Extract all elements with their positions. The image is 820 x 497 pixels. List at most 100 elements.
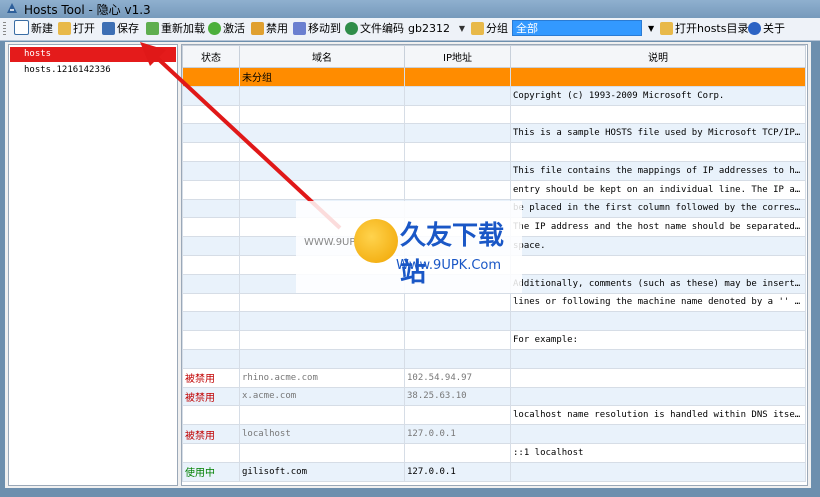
- cell-note: For example:: [510, 330, 806, 350]
- list-item-hosts[interactable]: hosts: [10, 47, 176, 62]
- cell-status: [182, 67, 240, 87]
- table-row[interactable]: 被禁用 localhost 127.0.0.1: [182, 424, 806, 444]
- table-row[interactable]: localhost name resolution is handled wit…: [182, 405, 806, 426]
- cell-domain: x.acme.com: [239, 386, 405, 407]
- table-row[interactable]: Copyright (c) 1993-2009 Microsoft Corp.: [182, 85, 806, 106]
- new-button[interactable]: 新建: [14, 20, 53, 38]
- column-header-note[interactable]: 说明: [510, 45, 806, 68]
- chevron-down-icon: ▼: [458, 24, 465, 33]
- column-header-domain[interactable]: 域名: [239, 45, 405, 68]
- cell-note: entry should be kept on an individual li…: [510, 179, 806, 200]
- group-select[interactable]: 全部: [512, 20, 642, 36]
- cell-domain: rhino.acme.com: [239, 367, 405, 388]
- cell-status: [182, 142, 240, 162]
- save-icon: [102, 22, 115, 35]
- watermark-url: Www.9UPK.Com: [396, 258, 502, 273]
- cell-note: [510, 424, 806, 444]
- watermark-title: 久友下载站: [400, 221, 505, 288]
- group-dropdown-arrow[interactable]: ▼: [648, 20, 654, 38]
- cell-domain: 未分组: [239, 67, 405, 87]
- cell-domain: gilisoft.com: [239, 461, 405, 482]
- new-file-icon: [14, 20, 29, 35]
- cell-status: 被禁用: [182, 424, 240, 444]
- globe-icon: [345, 22, 358, 35]
- cell-domain: [239, 311, 405, 332]
- cell-note: lines or following the machine name deno…: [510, 292, 806, 313]
- cell-domain: [239, 330, 405, 350]
- move-to-button[interactable]: 移动到: [293, 20, 341, 38]
- cell-ip: [404, 292, 511, 313]
- cell-domain: [239, 123, 405, 144]
- cell-domain: [239, 142, 405, 162]
- reload-button[interactable]: 重新加载: [146, 20, 205, 38]
- table-row[interactable]: For example:: [182, 330, 806, 350]
- file-encoding-label: 文件编码: [345, 20, 404, 38]
- table-row[interactable]: [182, 142, 806, 162]
- cell-status: 使用中: [182, 461, 240, 482]
- about-button[interactable]: 关于: [748, 20, 785, 38]
- encoding-select[interactable]: gb2312 ▼: [404, 20, 468, 36]
- cell-note: [510, 367, 806, 388]
- group-row[interactable]: 未分组: [182, 67, 806, 87]
- disable-button[interactable]: 禁用: [251, 20, 288, 38]
- cell-ip: [404, 330, 511, 350]
- cell-domain: [239, 292, 405, 313]
- cell-ip: 127.0.0.1: [404, 424, 511, 444]
- cell-ip: 127.0.0.1: [404, 461, 511, 482]
- save-button[interactable]: 保存: [102, 20, 139, 38]
- cell-status: [182, 179, 240, 200]
- cell-note: [510, 142, 806, 162]
- open-hosts-dir-button[interactable]: 打开hosts目录: [660, 20, 748, 38]
- watermark-logo-icon: [354, 219, 398, 263]
- cell-domain: [239, 348, 405, 369]
- cell-note: localhost name resolution is handled wit…: [510, 405, 806, 426]
- watermark: WWW.9UPK.COM 久友下载站 Www.9UPK.Com: [296, 201, 522, 293]
- activate-button[interactable]: 激活: [208, 20, 245, 38]
- cell-status: [182, 330, 240, 350]
- cell-ip: [404, 405, 511, 426]
- list-item-hosts-backup[interactable]: hosts.1216142336: [10, 63, 176, 78]
- cell-note: [510, 254, 806, 275]
- cell-status: 被禁用: [182, 367, 240, 388]
- table-row[interactable]: ::1 localhost: [182, 442, 806, 463]
- table-row[interactable]: [182, 348, 806, 369]
- table-row[interactable]: 被禁用 rhino.acme.com 102.54.94.97: [182, 367, 806, 388]
- cell-status: [182, 198, 240, 219]
- toolbar: 新建 打开 保存 重新加载 激活 禁用 移动到 文件编码 gb2312 ▼ 分组 …: [0, 18, 820, 41]
- cell-domain: [239, 179, 405, 200]
- table-header: 状态 域名 IP地址 说明: [182, 45, 806, 68]
- cell-note: [510, 104, 806, 125]
- open-button[interactable]: 打开: [58, 20, 95, 38]
- column-header-ip[interactable]: IP地址: [404, 45, 511, 68]
- cell-domain: [239, 160, 405, 181]
- table-row[interactable]: [182, 311, 806, 332]
- table-row[interactable]: [182, 104, 806, 125]
- move-icon: [293, 22, 306, 35]
- table-row[interactable]: This file contains the mappings of IP ad…: [182, 160, 806, 181]
- cell-note: [510, 461, 806, 482]
- cell-note: [510, 67, 806, 87]
- cell-note: The IP address and the host name should …: [510, 217, 806, 238]
- table-row[interactable]: lines or following the machine name deno…: [182, 292, 806, 313]
- toolbar-grip[interactable]: [3, 22, 6, 36]
- lock-icon: [251, 22, 264, 35]
- cell-status: [182, 292, 240, 313]
- cell-ip: [404, 142, 511, 162]
- table-row[interactable]: 被禁用 x.acme.com 38.25.63.10: [182, 386, 806, 407]
- hosts-file-list: hosts hosts.1216142336: [8, 44, 178, 486]
- folder-icon: [58, 22, 71, 35]
- table-row[interactable]: entry should be kept on an individual li…: [182, 179, 806, 200]
- help-icon: [748, 22, 761, 35]
- cell-ip: 102.54.94.97: [404, 367, 511, 388]
- cell-status: [182, 405, 240, 426]
- cell-note: This is a sample HOSTS file used by Micr…: [510, 123, 806, 144]
- column-header-status[interactable]: 状态: [182, 45, 240, 68]
- cell-status: [182, 254, 240, 275]
- group-label: 分组: [471, 20, 508, 38]
- cell-ip: [404, 311, 511, 332]
- cell-ip: [404, 85, 511, 106]
- cell-status: [182, 273, 240, 294]
- table-row[interactable]: 使用中 gilisoft.com 127.0.0.1: [182, 461, 806, 482]
- cell-status: [182, 348, 240, 369]
- table-row[interactable]: This is a sample HOSTS file used by Micr…: [182, 123, 806, 144]
